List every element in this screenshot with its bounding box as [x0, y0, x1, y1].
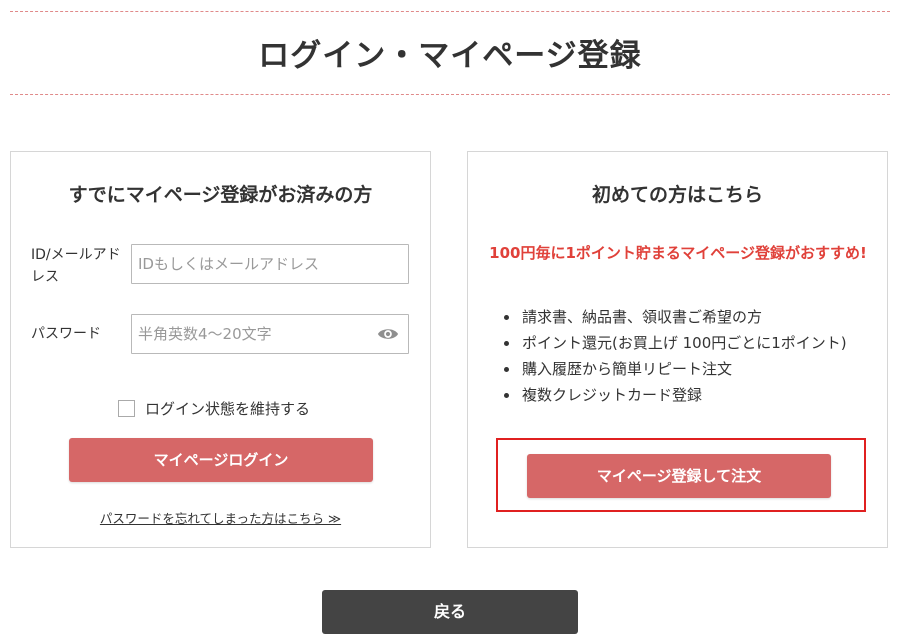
id-field[interactable]: [131, 244, 409, 284]
top-divider: [10, 11, 890, 12]
login-button[interactable]: マイページログイン: [69, 438, 373, 482]
page-title: ログイン・マイページ登録: [258, 38, 642, 74]
register-panel: 初めての方はこちら 100円毎に1ポイント貯まるマイページ登録がおすすめ! 請求…: [467, 151, 888, 548]
id-input[interactable]: [138, 246, 368, 282]
password-label: パスワード: [31, 326, 101, 342]
register-and-order-button[interactable]: マイページ登録して注文: [527, 454, 831, 498]
login-heading: すでにマイページ登録がお済みの方: [68, 184, 373, 206]
benefit-item: ポイント還元(お買上げ 100円ごとに1ポイント): [498, 330, 868, 356]
remember-me[interactable]: ログイン状態を維持する: [118, 398, 310, 419]
id-label: ID/メールアドレス: [31, 247, 121, 285]
promo-text: 100円毎に1ポイント貯まるマイページ登録がおすすめ!: [489, 244, 867, 262]
forgot-password-link[interactable]: パスワードを忘れてしまった方はこちら ≫: [11, 508, 430, 527]
title-divider: [10, 94, 890, 95]
remember-checkbox[interactable]: [118, 400, 135, 417]
remember-label: ログイン状態を維持する: [145, 400, 311, 418]
register-heading: 初めての方はこちら: [591, 184, 763, 206]
login-panel: すでにマイページ登録がお済みの方 ID/メールアドレス パスワード ログイン状態…: [10, 151, 431, 548]
password-field[interactable]: [131, 314, 409, 354]
benefit-item: 購入履歴から簡単リピート注文: [498, 356, 868, 382]
eye-icon[interactable]: [377, 325, 399, 343]
benefit-item: 複数クレジットカード登録: [498, 382, 868, 408]
password-input[interactable]: [138, 316, 368, 352]
back-button[interactable]: 戻る: [322, 590, 578, 634]
benefits-list: 請求書、納品書、領収書ご希望の方 ポイント還元(お買上げ 100円ごとに1ポイン…: [498, 304, 868, 408]
benefit-item: 請求書、納品書、領収書ご希望の方: [498, 304, 868, 330]
